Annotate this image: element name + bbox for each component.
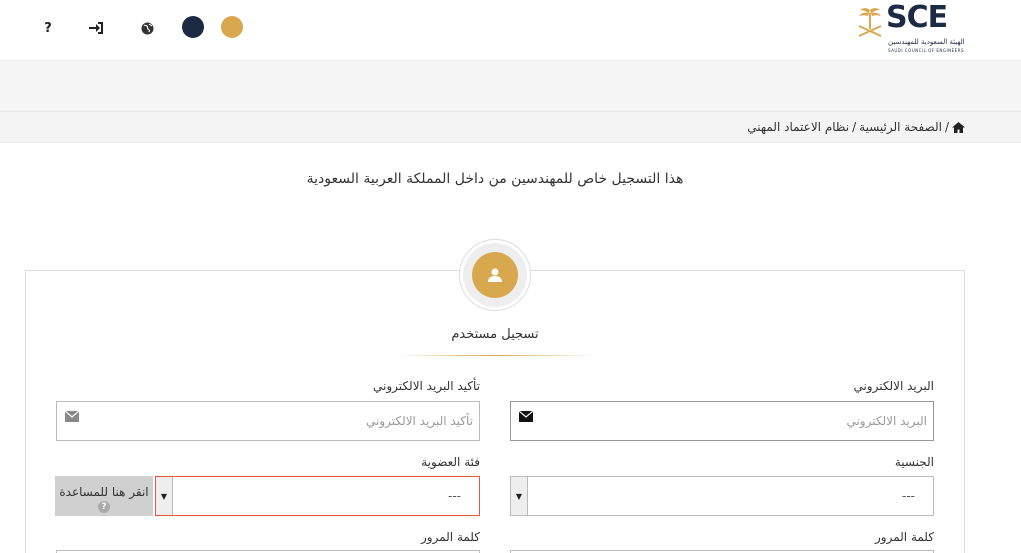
membership-select[interactable]: ▼ --- <box>155 476 480 516</box>
password-label: كلمة المرور <box>874 530 934 544</box>
sign-in-icon[interactable] <box>85 17 107 39</box>
nationality-select[interactable]: ▼ --- <box>510 476 934 516</box>
confirm-email-field[interactable]: تأكيد البريد الالكتروني <box>56 401 480 441</box>
logo-subtitle-arabic: الهيئة السعودية للمهندسين <box>888 38 965 46</box>
question-icon: ? <box>98 501 110 513</box>
nationality-label: الجنسية <box>894 455 934 469</box>
email-placeholder: البريد الالكتروني <box>846 414 927 428</box>
breadcrumb-separator: / <box>852 120 857 134</box>
top-header: ? SCE الهيئة السعودية للمهندسين SAUDI CO… <box>0 0 1021 61</box>
logo-text: SCE <box>886 0 948 35</box>
logo-subtitle-english: SAUDI COUNCIL OF ENGINEERS <box>888 48 965 53</box>
registration-notice: هذا التسجيل خاص للمهندسين من داخل المملك… <box>306 171 684 187</box>
user-avatar-badge <box>459 239 531 311</box>
breadcrumb-home[interactable]: الصفحة الرئيسية <box>859 120 942 134</box>
envelope-icon <box>64 410 80 426</box>
nationality-value: --- <box>902 489 915 503</box>
confirm-email-label: تأكيد البريد الالكتروني <box>373 379 480 393</box>
globe-icon[interactable] <box>136 17 158 39</box>
chevron-down-icon[interactable]: ▼ <box>156 477 173 515</box>
home-icon[interactable] <box>952 121 965 133</box>
banner-band <box>0 61 1021 111</box>
title-underline <box>395 355 595 356</box>
envelope-icon <box>518 410 534 426</box>
membership-label: فئة العضوية <box>421 455 480 469</box>
breadcrumb: / الصفحة الرئيسية / نظام الاعتماد المهني <box>747 120 965 134</box>
palm-swords-icon <box>858 8 882 37</box>
breadcrumb-current: نظام الاعتماد المهني <box>747 120 850 134</box>
breadcrumb-bar: / الصفحة الرئيسية / نظام الاعتماد المهني <box>0 111 1021 143</box>
dark-theme-toggle[interactable] <box>182 16 204 38</box>
gold-theme-toggle[interactable] <box>221 16 243 38</box>
chevron-down-icon[interactable]: ▼ <box>511 477 528 515</box>
confirm-email-placeholder: تأكيد البريد الالكتروني <box>366 414 473 428</box>
membership-value: --- <box>448 489 461 503</box>
password-confirm-label: كلمة المرور <box>420 530 480 544</box>
email-label: البريد الالكتروني <box>853 379 934 393</box>
card-title: تسجيل مستخدم <box>451 327 539 342</box>
help-icon[interactable]: ? <box>37 17 59 39</box>
sce-logo[interactable]: SCE الهيئة السعودية للمهندسين SAUDI COUN… <box>856 0 968 54</box>
user-icon <box>488 268 502 282</box>
help-text: انقر هنا للمساعدة <box>59 485 149 499</box>
email-field[interactable]: البريد الالكتروني <box>510 401 934 441</box>
help-button[interactable]: انقر هنا للمساعدة ? <box>55 476 153 516</box>
breadcrumb-separator: / <box>944 120 949 134</box>
